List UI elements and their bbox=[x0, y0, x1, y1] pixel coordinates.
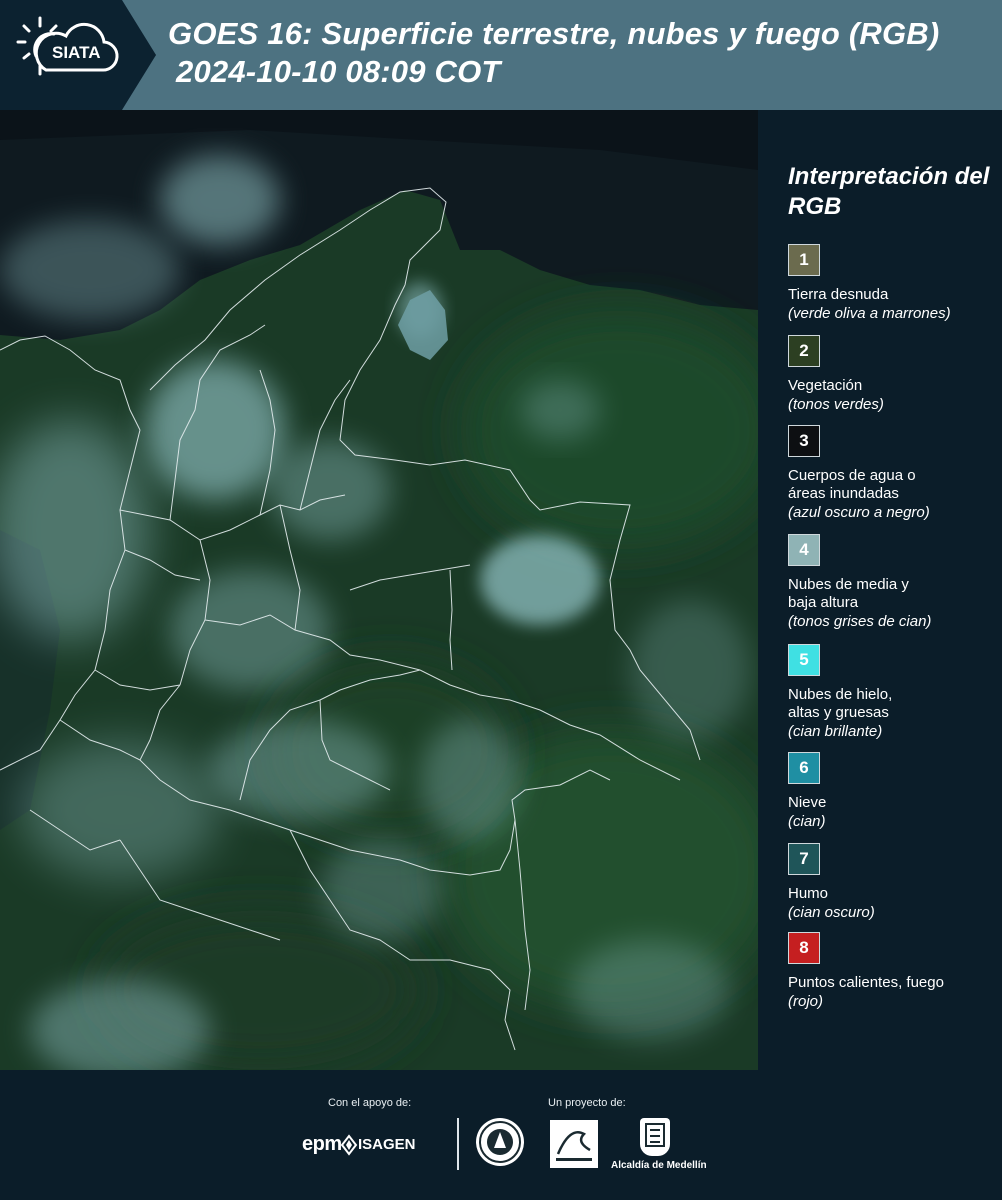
legend-label: Nieve bbox=[788, 794, 827, 811]
legend-item-bare-soil: 1 Tierra desnuda (verde oliva a marrones… bbox=[788, 244, 998, 323]
footer: Con el apoyo de: Un proyecto de: epm ISA… bbox=[0, 1070, 1002, 1200]
logo-text: SIATA bbox=[52, 43, 101, 62]
header: SIATA GOES 16: Superficie terrestre, nub… bbox=[0, 0, 1002, 110]
legend-label: Nubes de media y baja altura bbox=[788, 576, 909, 611]
legend-swatch: 4 bbox=[788, 534, 820, 566]
area-metropolitana-logo bbox=[550, 1120, 598, 1168]
legend-item-ice-clouds: 5 Nubes de hielo, altas y gruesas (cian … bbox=[788, 644, 998, 741]
legend-panel: Interpretación del RGB 1 Tierra desnuda … bbox=[760, 110, 1002, 1070]
legend-desc: (rojo) bbox=[788, 993, 824, 1010]
legend-number: 7 bbox=[799, 849, 809, 868]
footer-divider bbox=[457, 1118, 459, 1170]
legend-number: 6 bbox=[799, 758, 809, 777]
alcaldia-seal-graphic bbox=[645, 1123, 665, 1147]
legend-number: 2 bbox=[799, 341, 809, 360]
legend-desc: (cian brillante) bbox=[788, 723, 883, 740]
legend-number: 3 bbox=[799, 431, 809, 450]
legend-label: Humo bbox=[788, 885, 829, 902]
legend-swatch: 7 bbox=[788, 843, 820, 875]
legend-desc: (tonos verdes) bbox=[788, 396, 884, 413]
legend-desc: (tonos grises de cian) bbox=[788, 613, 932, 630]
alcaldia-seal-icon bbox=[640, 1118, 670, 1156]
area-logo-graphic bbox=[556, 1131, 592, 1161]
isagen-mark-icon bbox=[340, 1134, 358, 1156]
legend-item-fire: 8 Puntos calientes, fuego (rojo) bbox=[788, 932, 998, 1011]
project-label: Un proyecto de: bbox=[548, 1097, 626, 1109]
legend-label: Tierra desnuda bbox=[788, 286, 889, 303]
legend-swatch: 6 bbox=[788, 752, 820, 784]
seal-graphic bbox=[479, 1121, 521, 1163]
satellite-map bbox=[0, 110, 758, 1070]
legend-desc: (verde oliva a marrones) bbox=[788, 305, 951, 322]
legend-label: Cuerpos de agua o áreas inundadas bbox=[788, 467, 916, 502]
support-label: Con el apoyo de: bbox=[328, 1097, 412, 1109]
legend-swatch: 8 bbox=[788, 932, 820, 964]
legend-item-water: 3 Cuerpos de agua o áreas inundadas (azu… bbox=[788, 425, 998, 522]
epm-logo: epm bbox=[302, 1133, 342, 1155]
legend-label: Puntos calientes, fuego bbox=[788, 974, 944, 991]
siata-logo: SIATA bbox=[0, 0, 155, 110]
legend-swatch: 1 bbox=[788, 244, 820, 276]
legend-item-snow: 6 Nieve (cian) bbox=[788, 752, 998, 831]
alcaldia-label: Alcaldía de Medellín bbox=[611, 1160, 707, 1171]
legend-swatch: 2 bbox=[788, 335, 820, 367]
legend-desc: (azul oscuro a negro) bbox=[788, 504, 930, 521]
legend-number: 1 bbox=[799, 250, 809, 269]
legend-number: 8 bbox=[799, 938, 809, 957]
legend-label: Nubes de hielo, altas y gruesas bbox=[788, 686, 893, 721]
legend-label: Vegetación bbox=[788, 377, 863, 394]
legend-number: 4 bbox=[799, 540, 809, 559]
legend-swatch: 3 bbox=[788, 425, 820, 457]
legend-item-mid-low-clouds: 4 Nubes de media y baja altura (tonos gr… bbox=[788, 534, 998, 631]
legend-swatch: 5 bbox=[788, 644, 820, 676]
legend-desc: (cian oscuro) bbox=[788, 904, 875, 921]
legend-number: 5 bbox=[799, 650, 809, 669]
legend-title: Interpretación del RGB bbox=[788, 163, 990, 220]
page-title: GOES 16: Superficie terrestre, nubes y f… bbox=[168, 16, 940, 51]
satellite-image bbox=[0, 110, 758, 1070]
university-seal-icon bbox=[476, 1118, 524, 1166]
timestamp: 2024-10-10 08:09 COT bbox=[176, 54, 501, 89]
legend-desc: (cian) bbox=[788, 813, 826, 830]
isagen-logo: ISAGEN bbox=[358, 1136, 416, 1153]
legend-item-smoke: 7 Humo (cian oscuro) bbox=[788, 843, 998, 922]
legend-item-vegetation: 2 Vegetación (tonos verdes) bbox=[788, 335, 998, 414]
